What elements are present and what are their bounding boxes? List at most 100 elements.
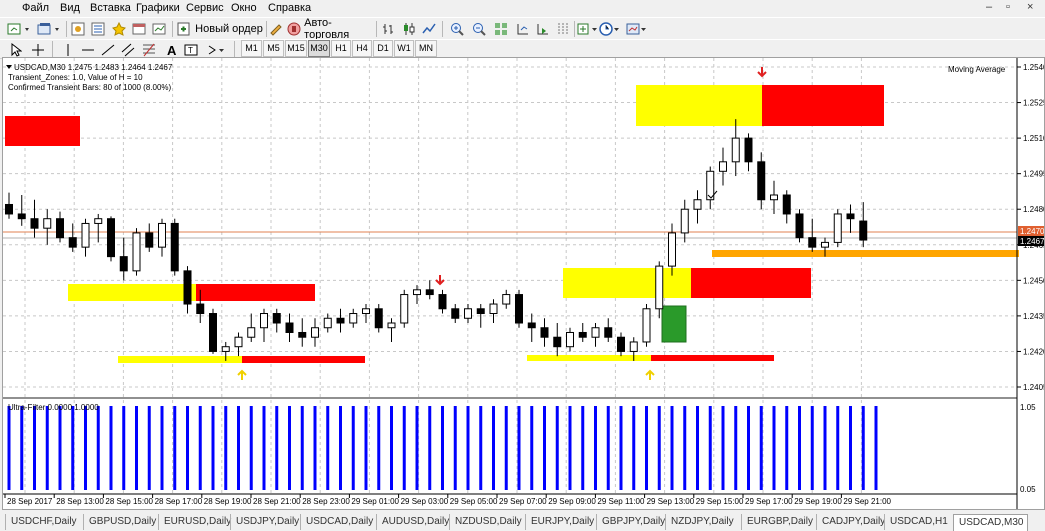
timeframe-m15[interactable]: M15 xyxy=(285,40,307,57)
candle xyxy=(719,147,727,186)
strategy-tester-icon[interactable] xyxy=(150,20,168,37)
chart-tab[interactable]: EURUSD,Daily xyxy=(158,514,234,530)
chart-tab[interactable]: EURGBP,Daily xyxy=(741,514,820,530)
current-price-tag: 1.2470 1.2467 xyxy=(1018,226,1044,246)
price-tick: 1.2420 xyxy=(1023,347,1044,356)
candlesticks xyxy=(5,119,868,361)
terminal-icon[interactable] xyxy=(130,20,148,37)
menu-window[interactable]: Окно xyxy=(231,2,257,14)
bar-chart-icon[interactable] xyxy=(380,20,398,37)
line-chart-icon[interactable] xyxy=(420,20,438,37)
chart-shift-icon[interactable] xyxy=(514,20,532,37)
histogram-bar xyxy=(45,406,49,490)
vertical-line-icon[interactable] xyxy=(60,41,76,58)
close-button[interactable]: × xyxy=(1027,1,1033,13)
autoscroll-icon[interactable] xyxy=(534,20,552,37)
chart-tab[interactable]: USDCAD,Daily xyxy=(300,514,379,530)
candle xyxy=(489,299,498,323)
chart-window[interactable]: 1.25401.25251.25101.24951.24801.24651.24… xyxy=(2,57,1045,510)
histogram-bar xyxy=(594,406,597,490)
fibonacci-icon[interactable] xyxy=(141,41,157,58)
histogram-bar xyxy=(861,406,865,490)
subwindow-separator[interactable] xyxy=(3,397,1017,399)
time-tick: 29 Sep 05:00 xyxy=(450,497,498,506)
new-order-label: Новый ордер xyxy=(195,22,263,35)
zoom-out-icon[interactable] xyxy=(470,20,488,37)
text-tool-icon[interactable]: A xyxy=(163,41,179,58)
navigator-icon[interactable] xyxy=(110,20,128,37)
histogram-bar xyxy=(224,406,228,490)
candle xyxy=(859,202,868,248)
candle xyxy=(5,192,13,219)
time-tick: 29 Sep 03:00 xyxy=(401,497,449,506)
menu-charts[interactable]: Графики xyxy=(136,2,180,14)
timeframe-mn[interactable]: MN xyxy=(415,40,437,57)
timeframe-w1[interactable]: W1 xyxy=(394,40,414,57)
histogram-bar xyxy=(58,406,62,490)
new-chart-icon[interactable] xyxy=(6,20,34,37)
autotrading-button[interactable]: Авто-торговля xyxy=(287,17,373,41)
price-tick: 1.2525 xyxy=(1023,99,1044,108)
horizontal-line-icon[interactable] xyxy=(80,41,96,58)
histogram-bar xyxy=(109,406,113,490)
candle xyxy=(566,327,574,352)
crosshair-icon[interactable] xyxy=(30,41,46,58)
metaeditor-icon[interactable] xyxy=(268,20,284,37)
templates-icon[interactable] xyxy=(625,20,649,37)
histogram-bar xyxy=(249,406,253,490)
text-label-icon[interactable]: T xyxy=(183,41,199,58)
periodicity-icon[interactable] xyxy=(598,20,622,37)
menu-tools[interactable]: Сервис xyxy=(186,2,224,14)
restore-button[interactable]: ▫ xyxy=(1006,1,1010,13)
chart-tab[interactable]: AUDUSD,Daily xyxy=(376,514,453,530)
timeframe-m5[interactable]: M5 xyxy=(263,40,284,57)
candlesticks-icon[interactable] xyxy=(400,20,418,37)
chart-tab[interactable]: USDJPY,Daily xyxy=(230,514,304,530)
equidistant-channel-icon[interactable] xyxy=(120,41,136,58)
period-separators-icon[interactable] xyxy=(554,20,572,37)
minimize-button[interactable]: – xyxy=(986,1,992,13)
indicators-list-icon[interactable] xyxy=(576,20,600,37)
chart-tab[interactable]: NZDJPY,Daily xyxy=(665,514,745,530)
chart-tab[interactable]: GBPUSD,Daily xyxy=(83,514,162,530)
menu-insert[interactable]: Вставка xyxy=(90,2,131,14)
histogram-bar xyxy=(721,406,725,490)
timeframe-h4[interactable]: H4 xyxy=(352,40,372,57)
candle xyxy=(795,209,804,243)
chart-tab[interactable]: GBPJPY,Daily xyxy=(596,514,669,530)
timeframe-m30[interactable]: M30 xyxy=(308,40,330,57)
sell-arrow-icon xyxy=(757,67,767,78)
new-order-button[interactable]: Новый ордер xyxy=(176,20,264,37)
market-watch-icon[interactable] xyxy=(69,20,87,37)
profiles-icon[interactable] xyxy=(36,20,64,37)
price-chart[interactable]: 1.25401.25251.25101.24951.24801.24651.24… xyxy=(3,58,1044,509)
arrows-icon[interactable] xyxy=(205,41,227,58)
menu-view[interactable]: Вид xyxy=(60,2,80,14)
histogram-bar xyxy=(288,406,291,490)
histogram-bar xyxy=(683,406,687,490)
chart-tab[interactable]: NZDUSD,Daily xyxy=(449,514,529,530)
menu-help[interactable]: Справка xyxy=(268,2,311,14)
candle xyxy=(668,223,676,276)
cursor-icon[interactable] xyxy=(8,41,24,58)
indicator-tick-bottom: 0.05 xyxy=(1020,485,1036,494)
data-window-icon[interactable] xyxy=(89,20,107,37)
chart-tab[interactable]: CADJPY,Daily xyxy=(816,514,888,530)
candle xyxy=(349,308,358,328)
timeframe-h1[interactable]: H1 xyxy=(331,40,351,57)
trendline-icon[interactable] xyxy=(100,41,116,58)
tile-windows-icon[interactable] xyxy=(492,20,510,37)
yellow-zone xyxy=(118,356,242,363)
chart-tab[interactable]: EURJPY,Daily xyxy=(525,514,600,530)
candle xyxy=(680,199,689,243)
menu-file[interactable]: Файл xyxy=(22,2,49,14)
candle xyxy=(285,313,294,342)
candle xyxy=(234,332,243,357)
candle xyxy=(464,304,472,323)
chart-tab[interactable]: USDCAD,H1 xyxy=(884,514,957,530)
chart-tab[interactable]: USDCHF,Daily xyxy=(5,514,87,530)
chart-tab[interactable]: USDCAD,M30 xyxy=(953,514,1028,531)
timeframe-m1[interactable]: M1 xyxy=(241,40,262,57)
timeframe-d1[interactable]: D1 xyxy=(373,40,393,57)
zoom-in-icon[interactable] xyxy=(448,20,466,37)
